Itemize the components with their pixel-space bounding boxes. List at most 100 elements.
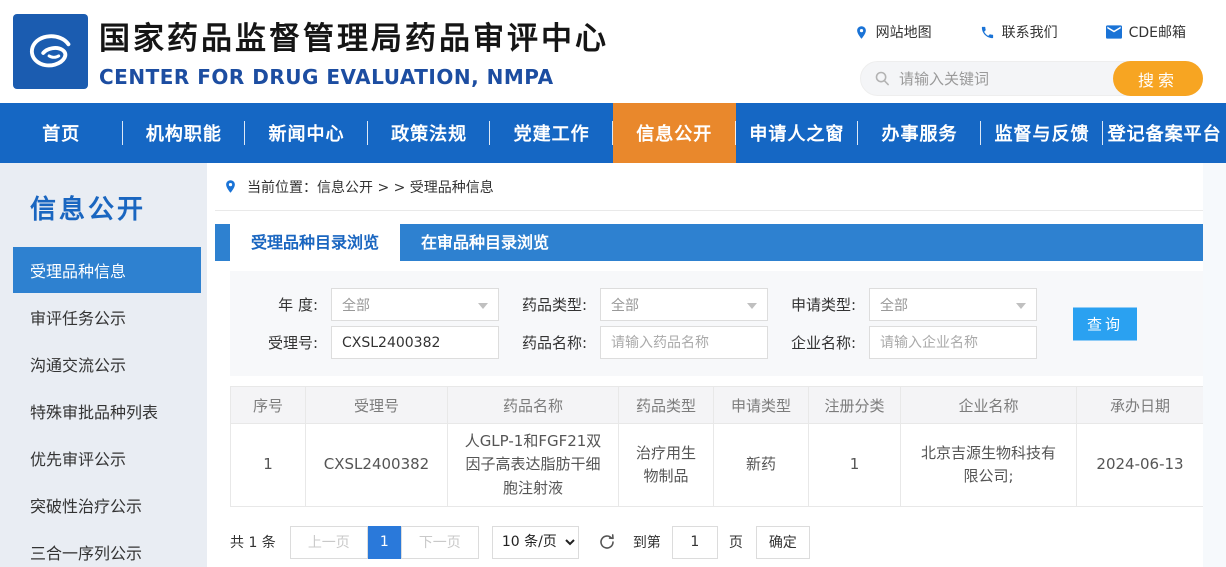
chevron-down-icon: [1016, 303, 1026, 309]
site-header: 国家药品监督管理局药品审评中心 CENTER FOR DRUG EVALUATI…: [0, 0, 1226, 103]
header-apply-type: 申请类型: [713, 386, 809, 424]
cell-seq: 1: [230, 423, 306, 507]
phone-icon: [980, 25, 995, 40]
header-seq: 序号: [230, 386, 306, 424]
sidebar-item-communication[interactable]: 沟通交流公示: [0, 340, 207, 387]
sidebar-item-accepted-varieties[interactable]: 受理品种信息: [13, 247, 201, 293]
header-quick-links: 网站地图 联系我们 CDE邮箱: [854, 22, 1186, 42]
pagination-total: 共 1 条: [230, 535, 276, 552]
sidebar: 信息公开 受理品种信息 审评任务公示 沟通交流公示 特殊审批品种列表 优先审评公…: [0, 163, 207, 567]
location-pin-icon: [854, 25, 869, 40]
pagination-bar: 共 1 条 上一页 1 下一页 10 条/页 到第 页 确定: [230, 525, 1203, 559]
table-header-row: 序号 受理号 药品名称 药品类型 申请类型 注册分类 企业名称 承办日期: [230, 386, 1204, 424]
cell-drug-type: 治疗用生物制品: [618, 423, 714, 507]
drug-type-select-value: 全部: [611, 297, 639, 314]
next-page-button[interactable]: 下一页: [400, 525, 479, 559]
sidebar-item-three-in-one[interactable]: 三合一序列公示: [0, 528, 207, 567]
contact-us-link-label: 联系我们: [1001, 25, 1058, 41]
cde-swirl-icon: [20, 21, 82, 83]
sidebar-item-special-approval[interactable]: 特殊审批品种列表: [0, 387, 207, 434]
header-acceptance-number: 受理号: [305, 386, 448, 424]
nav-item-info-disclosure[interactable]: 信息公开: [612, 103, 736, 163]
main-content: 当前位置：信息公开 > > 受理品种信息 受理品种目录浏览 在审品种目录浏览 年…: [207, 163, 1204, 567]
site-title-block: 国家药品监督管理局药品审评中心 CENTER FOR DRUG EVALUATI…: [99, 13, 609, 89]
apply-type-label: 申请类型:: [790, 296, 856, 314]
drug-name-input[interactable]: [600, 326, 768, 359]
cell-registration-class: 1: [808, 423, 901, 507]
page-size-select[interactable]: 10 条/页: [491, 525, 579, 559]
company-name-input[interactable]: [869, 326, 1037, 359]
tab-accepted-catalog[interactable]: 受理品种目录浏览: [230, 224, 401, 261]
nav-item-supervision[interactable]: 监督与反馈: [981, 103, 1104, 163]
header-drug-name: 药品名称: [447, 386, 619, 424]
filter-row-2: 受理号: 药品名称: 企业名称:: [230, 326, 1203, 359]
nav-item-applicant-window[interactable]: 申请人之窗: [736, 103, 859, 163]
search-input[interactable]: [891, 69, 1113, 88]
tab-under-review-catalog[interactable]: 在审品种目录浏览: [400, 224, 570, 261]
nav-item-news[interactable]: 新闻中心: [245, 103, 368, 163]
refresh-icon[interactable]: [598, 533, 616, 551]
company-name-label: 企业名称:: [790, 334, 856, 352]
cell-undertake-date: 2024-06-13: [1076, 423, 1204, 507]
results-table: 序号 受理号 药品名称 药品类型 申请类型 注册分类 企业名称 承办日期 1 C…: [230, 386, 1204, 507]
page-body: 信息公开 受理品种信息 审评任务公示 沟通交流公示 特殊审批品种列表 优先审评公…: [0, 163, 1226, 567]
cde-logo[interactable]: [13, 14, 88, 89]
nav-item-registration-platform[interactable]: 登记备案平台: [1103, 103, 1226, 163]
site-title: 国家药品监督管理局药品审评中心: [99, 21, 609, 57]
apply-type-select[interactable]: 全部: [869, 288, 1037, 321]
nav-item-party[interactable]: 党建工作: [490, 103, 613, 163]
goto-page-input[interactable]: [671, 525, 718, 559]
cell-acceptance-number: CXSL2400382: [305, 423, 448, 507]
cell-drug-name: 人GLP-1和FGF21双因子高表达脂肪干细胞注射液: [447, 423, 619, 507]
cell-apply-type: 新药: [713, 423, 809, 507]
drug-type-select[interactable]: 全部: [600, 288, 768, 321]
header-undertake-date: 承办日期: [1076, 386, 1204, 424]
filter-row-1: 年 度: 全部 药品类型: 全部 申请类型: 全部: [230, 288, 1203, 321]
page-background-strip: [1203, 163, 1226, 567]
acceptance-number-input[interactable]: [331, 326, 499, 359]
nav-item-policy[interactable]: 政策法规: [368, 103, 491, 163]
search-icon: [861, 70, 891, 87]
header-search-bar: 搜索: [860, 61, 1203, 96]
sidebar-item-breakthrough-therapy[interactable]: 突破性治疗公示: [0, 481, 207, 528]
year-select-value: 全部: [342, 297, 370, 314]
cde-mail-link-label: CDE邮箱: [1128, 25, 1186, 41]
apply-type-select-value: 全部: [880, 297, 908, 314]
main-nav: 首页 机构职能 新闻中心 政策法规 党建工作 信息公开 申请人之窗 办事服务 监…: [0, 103, 1226, 163]
sidebar-item-review-tasks[interactable]: 审评任务公示: [0, 293, 207, 340]
nav-item-services[interactable]: 办事服务: [858, 103, 981, 163]
drug-name-label: 药品名称:: [521, 334, 587, 352]
breadcrumb: 当前位置：信息公开 > > 受理品种信息: [215, 163, 1203, 211]
cell-company-name: 北京吉源生物科技有限公司;: [900, 423, 1077, 507]
nav-item-home[interactable]: 首页: [0, 103, 123, 163]
sitemap-link[interactable]: 网站地图: [854, 22, 932, 42]
header-company-name: 企业名称: [900, 386, 1077, 424]
breadcrumb-pin-icon: [223, 179, 238, 194]
page-number-button[interactable]: 1: [367, 525, 401, 559]
acceptance-number-label: 受理号:: [267, 334, 318, 352]
envelope-icon: [1105, 25, 1122, 39]
sidebar-item-priority-review[interactable]: 优先审评公示: [0, 434, 207, 481]
year-select[interactable]: 全部: [331, 288, 499, 321]
site-subtitle: CENTER FOR DRUG EVALUATION, NMPA: [99, 65, 554, 89]
table-row: 1 CXSL2400382 人GLP-1和FGF21双因子高表达脂肪干细胞注射液…: [230, 423, 1204, 507]
nav-item-functions[interactable]: 机构职能: [123, 103, 246, 163]
filter-panel: 年 度: 全部 药品类型: 全部 申请类型: 全部 受理号: CXSL24003…: [230, 271, 1203, 376]
header-registration-class: 注册分类: [808, 386, 901, 424]
cde-mail-link[interactable]: CDE邮箱: [1105, 22, 1186, 42]
contact-us-link[interactable]: 联系我们: [980, 22, 1058, 42]
confirm-button[interactable]: 确定: [755, 525, 810, 559]
sitemap-link-label: 网站地图: [875, 25, 932, 41]
goto-page-unit: 页: [728, 535, 743, 552]
header-drug-type: 药品类型: [618, 386, 714, 424]
tab-bar: 受理品种目录浏览 在审品种目录浏览: [215, 224, 1203, 261]
query-button[interactable]: 查询: [1073, 307, 1137, 340]
chevron-down-icon: [747, 303, 757, 309]
breadcrumb-text: 当前位置：信息公开 > > 受理品种信息: [247, 179, 494, 196]
year-label: 年 度:: [278, 296, 318, 314]
search-button[interactable]: 搜索: [1113, 61, 1203, 96]
prev-page-button[interactable]: 上一页: [289, 525, 368, 559]
drug-type-label: 药品类型:: [521, 296, 587, 314]
sidebar-title: 信息公开: [30, 195, 147, 225]
chevron-down-icon: [478, 303, 488, 309]
